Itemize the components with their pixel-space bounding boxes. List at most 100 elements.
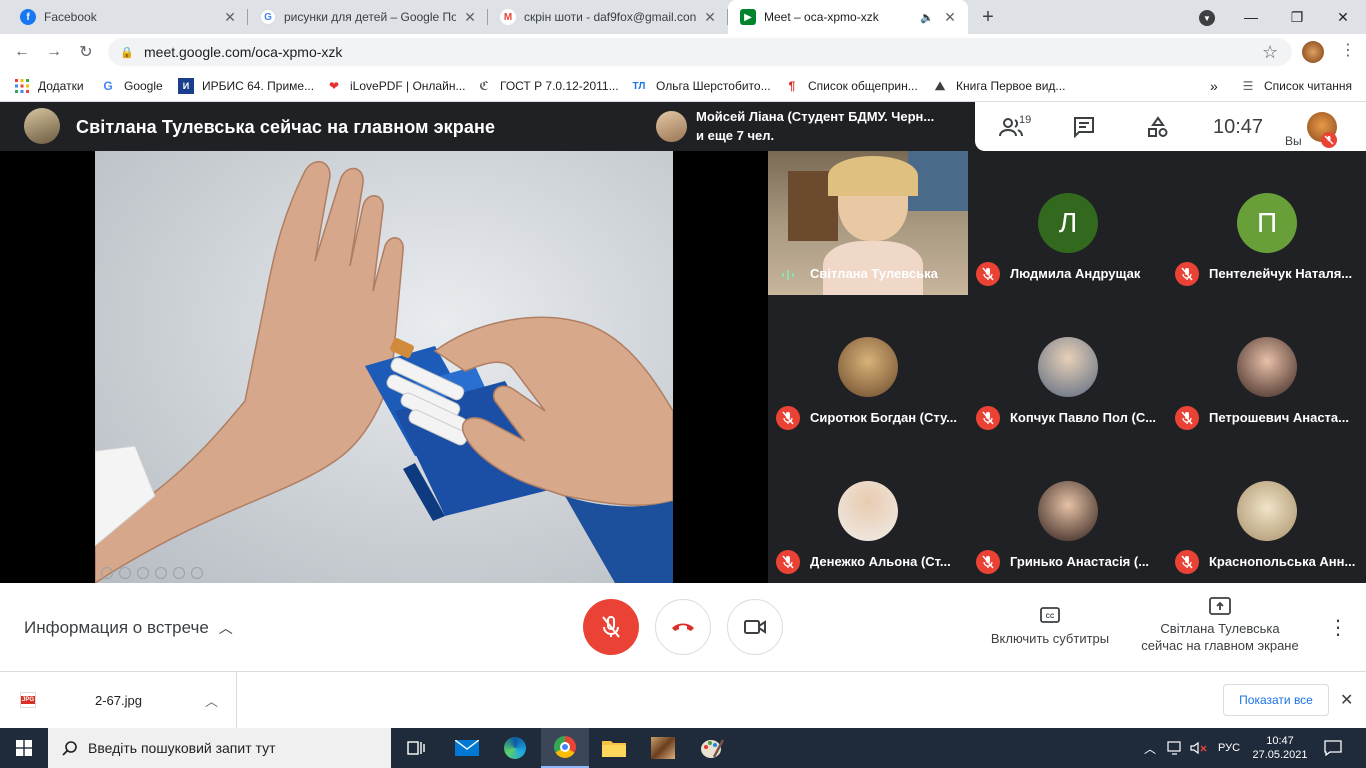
minimize-button[interactable]: —: [1228, 0, 1274, 34]
tab-meet[interactable]: ▶ Meet – oca-xpmo-xzk 🔈 ✕: [728, 0, 968, 34]
bookmark-gost[interactable]: ℭ ГОСТ Р 7.0.12-2011...: [476, 76, 619, 96]
close-icon[interactable]: ✕: [702, 9, 718, 26]
show-all-downloads-button[interactable]: Показати все: [1223, 684, 1329, 716]
volume-muted-icon[interactable]: [1188, 728, 1210, 768]
download-item[interactable]: JPG 2-67.jpg ︿: [0, 672, 237, 728]
input-language[interactable]: РУС: [1214, 728, 1244, 768]
chevron-down-icon: ▼: [1203, 13, 1211, 23]
participant-tile[interactable]: П Пентелейчук Наталя...: [1167, 151, 1366, 295]
new-tab-button[interactable]: +: [978, 7, 998, 27]
active-speakers-chip[interactable]: Мойсей Ліана (Студент БДМУ. Черн... и ещ…: [648, 102, 974, 151]
play-slide-icon[interactable]: [119, 567, 131, 579]
bookmark-ilovepdf[interactable]: ❤ iLovePDF | Онлайн...: [326, 76, 465, 96]
tab-search-button[interactable]: ▼: [1199, 10, 1215, 26]
paint-app-icon[interactable]: [688, 728, 736, 768]
speaker-audio-icon[interactable]: 🔈: [920, 11, 934, 24]
pen-slide-icon[interactable]: [137, 567, 149, 579]
forward-button[interactable]: →: [42, 40, 66, 64]
close-icon[interactable]: ✕: [462, 9, 478, 26]
chat-button[interactable]: [1071, 114, 1097, 140]
prev-slide-icon[interactable]: [101, 567, 113, 579]
camera-icon: [744, 620, 766, 634]
mic-off-icon: [1175, 406, 1199, 430]
participant-tile[interactable]: Копчук Павло Пол (С...: [968, 295, 1167, 439]
participant-avatar: [1237, 481, 1297, 541]
participant-tile[interactable]: Петрошевич Анаста...: [1167, 295, 1366, 439]
mic-off-icon: [976, 262, 1000, 286]
close-icon[interactable]: ✕: [1340, 690, 1353, 710]
toggle-mic-button[interactable]: [583, 599, 639, 655]
bookmark-apps[interactable]: Додатки: [14, 76, 84, 96]
bookmark-star-icon[interactable]: ☆: [1262, 42, 1278, 63]
bookmark-google[interactable]: G Google: [100, 76, 162, 96]
captions-button[interactable]: CC Включить субтитры: [984, 583, 1116, 646]
self-muted-indicator: [1321, 132, 1337, 148]
kebab-menu-icon[interactable]: ⋮: [1340, 40, 1356, 60]
grid-slide-icon[interactable]: [155, 567, 167, 579]
taskbar-search-box[interactable]: Введіть пошуковий запит тут: [48, 728, 391, 768]
reload-button[interactable]: ↻: [74, 40, 98, 64]
bookmark-sherstobitova[interactable]: ТЛ Ольга Шерстобито...: [630, 76, 771, 96]
meeting-info-button[interactable]: Информация о встрече ︿: [24, 618, 233, 638]
participant-tile[interactable]: Світлана Тулевська: [768, 151, 968, 295]
close-icon[interactable]: ✕: [222, 9, 238, 26]
chevron-up-icon: ︿: [218, 620, 233, 636]
taskbar-date: 27.05.2021: [1252, 749, 1308, 761]
participant-tile[interactable]: Краснопольська Анн...: [1167, 439, 1366, 583]
taskbar-clock[interactable]: 10:47 27.05.2021: [1250, 728, 1310, 768]
back-button[interactable]: ←: [10, 40, 34, 64]
tab-google-search[interactable]: G рисунки для детей – Google По ✕: [248, 0, 488, 34]
participant-avatar: П: [1237, 193, 1297, 253]
bookmark-abbreviations[interactable]: ¶ Список общеприн...: [784, 76, 918, 96]
participant-tile[interactable]: Сиротюк Богдан (Сту...: [768, 295, 967, 439]
profile-avatar[interactable]: [1302, 41, 1324, 63]
notifications-icon[interactable]: [1318, 728, 1348, 768]
participant-tile[interactable]: Л Людмила Андрущак: [968, 151, 1167, 295]
mic-off-icon: [976, 406, 1000, 430]
no-smoking-illustration: [95, 161, 673, 583]
leave-call-button[interactable]: [655, 599, 711, 655]
participant-name: Сиротюк Богдан (Сту...: [810, 410, 958, 425]
reading-list-button[interactable]: ☰ Список читання: [1240, 76, 1352, 96]
file-explorer-icon[interactable]: [590, 728, 638, 768]
toggle-camera-button[interactable]: [727, 599, 783, 655]
close-window-button[interactable]: ✕: [1320, 0, 1366, 34]
task-view-icon[interactable]: [392, 728, 440, 768]
present-screen-icon: [1209, 597, 1231, 615]
more-slide-icon[interactable]: [191, 567, 203, 579]
zoom-slide-icon[interactable]: [173, 567, 185, 579]
activities-button[interactable]: [1145, 114, 1171, 140]
tab-gmail[interactable]: M скрін шоти - daf9fox@gmail.con ✕: [488, 0, 728, 34]
bookmark-irbis[interactable]: И ИРБИС 64. Приме...: [178, 76, 314, 96]
lock-icon[interactable]: 🔒: [120, 46, 134, 59]
meet-top-tools: 19 10:47 Вы: [975, 102, 1366, 151]
search-icon: [62, 741, 77, 756]
address-bar[interactable]: 🔒 meet.google.com/oca-xpmo-xzk: [108, 38, 1292, 66]
bookmark-label: ГОСТ Р 7.0.12-2011...: [500, 79, 619, 93]
edge-browser-icon[interactable]: [491, 728, 539, 768]
mic-off-icon: [602, 616, 620, 638]
bookmark-book[interactable]: ⛰ Книга Первое вид...: [932, 76, 1065, 96]
start-button[interactable]: [0, 728, 48, 768]
presenting-button[interactable]: Світлана Тулевська сейчас на главном экр…: [1132, 583, 1308, 653]
restore-button[interactable]: ❐: [1274, 0, 1320, 34]
tray-chevron-up-icon[interactable]: ︿: [1140, 728, 1160, 768]
more-options-icon[interactable]: ⋮: [1328, 615, 1348, 640]
participant-tile[interactable]: Гринько Анастасія (...: [968, 439, 1167, 583]
close-icon[interactable]: ✕: [942, 9, 958, 26]
image-viewer-icon[interactable]: [639, 728, 687, 768]
mic-off-icon: [1324, 135, 1334, 145]
more-bookmarks-button[interactable]: »: [1210, 76, 1218, 96]
slide-controls[interactable]: [101, 567, 203, 579]
tab-facebook[interactable]: f Facebook ✕: [8, 0, 248, 34]
participant-avatar: [1038, 481, 1098, 541]
browser-tab-strip: f Facebook ✕ G рисунки для детей – Googl…: [0, 0, 1366, 34]
irbis-icon: И: [178, 78, 194, 94]
participant-tile[interactable]: Денежко Альона (Ст...: [768, 439, 967, 583]
chevron-up-icon[interactable]: ︿: [205, 691, 218, 710]
chrome-browser-icon[interactable]: [541, 728, 589, 768]
network-icon[interactable]: [1164, 728, 1186, 768]
speaker-name: Мойсей Ліана (Студент БДМУ. Черн...: [696, 109, 935, 124]
mail-app-icon[interactable]: [443, 728, 491, 768]
bookmark-label: Список общеприн...: [808, 79, 918, 93]
